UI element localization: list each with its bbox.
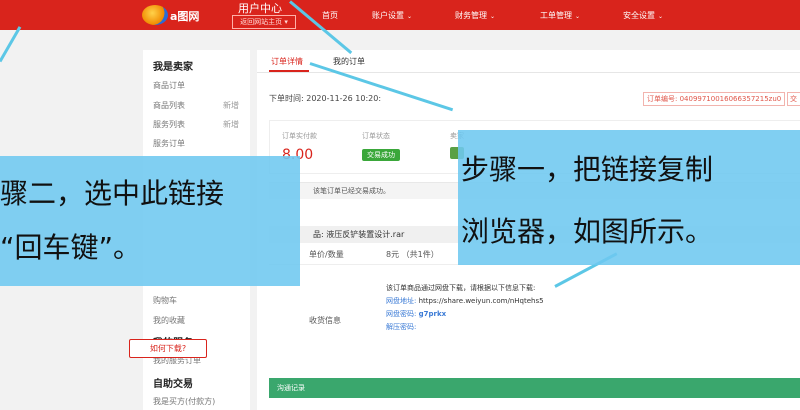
back-to-home-button[interactable]: 返回网站主页 ▾ — [232, 15, 296, 29]
success-notice-text: 该笔订单已经交易成功。 — [313, 187, 390, 195]
sidebar-item-product-list[interactable]: 商品列表 — [153, 100, 185, 111]
pan-password-line: 网盘密码: g7prkx — [386, 309, 446, 319]
sidebar-item-product-orders[interactable]: 商品订单 — [153, 80, 185, 91]
new-badge: 新增 — [223, 120, 239, 129]
order-number-badge: 订单编号: 04099710016066357215zu0 — [643, 92, 786, 106]
sidebar-item-service-orders[interactable]: 服务订单 — [153, 138, 185, 149]
tab-my-orders[interactable]: 我的订单 — [333, 56, 365, 67]
callout-step-two-line1: 骤二，选中此链接 — [0, 177, 225, 210]
nav-finance[interactable]: 财务管理 ⌄ — [455, 10, 495, 21]
callout-step-two: 骤二，选中此链接 “回车键”。 — [0, 156, 300, 286]
sidebar-item-cart[interactable]: 购物车 — [153, 295, 177, 306]
callout-step-two-line2: “回车键”。 — [0, 231, 142, 264]
chevron-down-icon: ⌄ — [490, 13, 496, 20]
chevron-down-icon: ⌄ — [575, 13, 581, 20]
order-time: 下单时间: 2020-11-26 10:20: — [269, 94, 382, 103]
pan-url-line: 网盘地址: https://share.weiyun.com/nHqtehs5 — [386, 296, 544, 306]
tab-order-detail[interactable]: 订单详情 — [271, 56, 303, 67]
active-tab-indicator — [269, 70, 309, 72]
callout-step-one-line2: 浏览器，如图所示。 — [461, 215, 714, 248]
logo-text: a图网 — [170, 10, 200, 23]
sidebar-item-buyer[interactable]: 我是买方(付款方) — [153, 396, 215, 407]
callout-step-one: 步骤一，把链接复制 浏览器，如图所示。 — [458, 130, 800, 265]
receipt-row: 收货信息 — [269, 265, 800, 365]
status-badge: 交易成功 — [362, 149, 400, 161]
unit-qty-label: 单价/数量 — [309, 250, 344, 259]
site-logo[interactable]: a图网 — [142, 3, 212, 27]
sidebar-item-favorites[interactable]: 我的收藏 — [153, 315, 185, 326]
unit-qty-value: 8元 （共1件） — [386, 250, 439, 259]
download-intro: 该订单商品通过网盘下载，请根据以下信息下载: — [386, 284, 536, 292]
communication-header: 沟通记录 — [269, 378, 800, 398]
order-extra-badge: 交 — [787, 92, 800, 106]
nav-account-settings[interactable]: 账户设置 ⌄ — [372, 10, 412, 21]
communication-title: 沟通记录 — [277, 384, 305, 392]
sidebar-heading-seller: 我是卖家 — [153, 62, 193, 73]
logo-mark-icon — [142, 5, 168, 25]
how-to-download-button[interactable]: 如何下载? — [129, 339, 207, 358]
pan-url-label: 网盘地址: — [386, 297, 417, 305]
order-status-label: 订单状态 — [362, 132, 390, 140]
unzip-password-line: 解压密码: — [386, 322, 416, 332]
callout-step-one-line1: 步骤一，把链接复制 — [461, 153, 714, 186]
sidebar-heading-self-trade: 自助交易 — [153, 379, 193, 390]
nav-tickets[interactable]: 工单管理 ⌄ — [540, 10, 580, 21]
tab-bar: 订单详情 我的订单 — [257, 50, 800, 73]
chevron-down-icon: ⌄ — [658, 13, 664, 20]
pan-password-value: g7prkx — [418, 310, 447, 318]
pan-password-label: 网盘密码: — [386, 310, 417, 318]
sidebar-item-service-list[interactable]: 服务列表 — [153, 119, 185, 130]
user-center-title: 用户中心 — [238, 2, 282, 15]
nav-security[interactable]: 安全设置 ⌄ — [623, 10, 663, 21]
nav-home[interactable]: 首页 — [322, 10, 338, 21]
product-name: 品: 液压反铲装置设计.rar — [313, 230, 405, 239]
receipt-label: 收货信息 — [309, 316, 341, 325]
chevron-down-icon: ⌄ — [407, 13, 413, 20]
arrow-left-top — [0, 26, 22, 63]
new-badge: 新增 — [223, 101, 239, 110]
unzip-password-label: 解压密码: — [386, 323, 417, 331]
top-navbar: a图网 用户中心 返回网站主页 ▾ 首页 账户设置 ⌄ 财务管理 ⌄ 工单管理 ⌄ 安… — [0, 0, 800, 30]
paid-amount-label: 订单实付款 — [282, 132, 317, 140]
pan-url-link[interactable]: https://share.weiyun.com/nHqtehs5 — [419, 297, 544, 305]
